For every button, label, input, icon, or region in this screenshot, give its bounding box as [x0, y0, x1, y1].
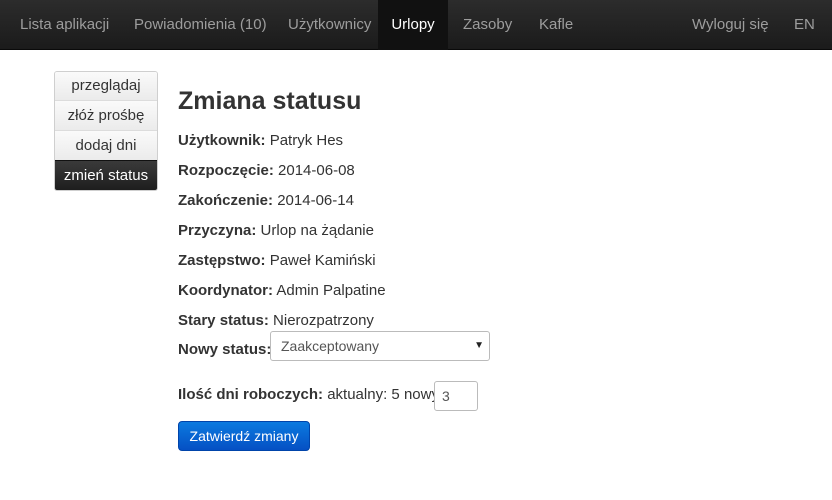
- caret-down-icon: ▼: [474, 340, 484, 351]
- field-coordinator-value: Admin Palpatine: [276, 282, 386, 299]
- field-reason-label: Przyczyna:: [178, 222, 257, 239]
- workdays-row: Ilość dni roboczych: aktualny: 5 nowy:: [178, 385, 443, 405]
- new-status-label-row: Nowy status:: [178, 340, 271, 360]
- nav-item-resources[interactable]: Zasoby: [463, 0, 512, 50]
- field-old-status: Stary status: Nierozpatrzony: [178, 311, 374, 331]
- submit-changes-button[interactable]: Zatwierdź zmiany: [178, 421, 310, 451]
- language-switch[interactable]: EN: [794, 0, 815, 50]
- field-end-date-label: Zakończenie:: [178, 192, 274, 209]
- field-substitute: Zastępstwo: Paweł Kamiński: [178, 251, 376, 271]
- nav-item-tiles[interactable]: Kafle: [539, 0, 573, 50]
- field-coordinator: Koordynator: Admin Palpatine: [178, 281, 386, 301]
- logout-link[interactable]: Wyloguj się: [692, 0, 769, 50]
- sidebar-item-submit-request[interactable]: złóż prośbę: [55, 100, 157, 130]
- field-old-status-label: Stary status:: [178, 312, 269, 329]
- field-substitute-value: Paweł Kamiński: [269, 252, 376, 269]
- sidebar-item-change-status[interactable]: zmień status: [55, 160, 157, 190]
- sidebar-item-browse[interactable]: przeglądaj: [55, 72, 157, 100]
- field-user-value: Patryk Hes: [269, 132, 344, 149]
- field-reason: Przyczyna: Urlop na żądanie: [178, 221, 374, 241]
- nav-item-leaves[interactable]: Urlopy: [378, 0, 448, 50]
- top-navbar: Lista aplikacji Powiadomienia (10) Użytk…: [0, 0, 832, 50]
- field-user: Użytkownik: Patryk Hes: [178, 131, 343, 151]
- workdays-current-prefix: aktualny:: [327, 386, 388, 403]
- field-end-date-value: 2014-06-14: [277, 192, 354, 209]
- new-status-label: Nowy status:: [178, 341, 272, 358]
- field-start-date-label: Rozpoczęcie:: [178, 162, 274, 179]
- nav-item-applications[interactable]: Lista aplikacji: [20, 0, 109, 50]
- field-end-date: Zakończenie: 2014-06-14: [178, 191, 354, 211]
- sidebar-item-add-days[interactable]: dodaj dni: [55, 130, 157, 160]
- workdays-new-input[interactable]: [434, 381, 478, 411]
- field-coordinator-label: Koordynator:: [178, 282, 273, 299]
- new-status-select[interactable]: Zaakceptowany ▼: [270, 331, 490, 361]
- field-start-date: Rozpoczęcie: 2014-06-08: [178, 161, 355, 181]
- field-substitute-label: Zastępstwo:: [178, 252, 266, 269]
- workdays-label: Ilość dni roboczych:: [178, 386, 324, 403]
- field-reason-value: Urlop na żądanie: [260, 222, 374, 239]
- workdays-current-value: 5: [391, 386, 400, 403]
- page-title: Zmiana statusu: [178, 87, 362, 115]
- nav-item-users[interactable]: Użytkownicy: [288, 0, 371, 50]
- sidebar-menu: przeglądaj złóż prośbę dodaj dni zmień s…: [54, 71, 158, 191]
- nav-item-notifications[interactable]: Powiadomienia (10): [134, 0, 267, 50]
- field-start-date-value: 2014-06-08: [278, 162, 355, 179]
- field-old-status-value: Nierozpatrzony: [273, 312, 374, 329]
- new-status-selected: Zaakceptowany: [281, 338, 380, 354]
- field-user-label: Użytkownik:: [178, 132, 266, 149]
